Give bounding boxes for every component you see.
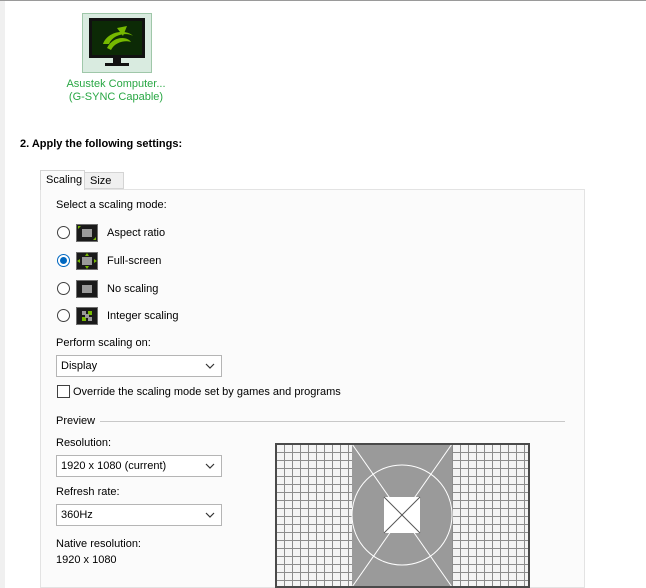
preview-divider bbox=[100, 421, 565, 422]
monitor-icon[interactable] bbox=[82, 13, 152, 73]
no-scaling-label[interactable]: No scaling bbox=[107, 283, 158, 296]
full-screen-label[interactable]: Full-screen bbox=[107, 255, 161, 268]
full-screen-radio[interactable] bbox=[57, 254, 70, 267]
override-checkbox[interactable] bbox=[57, 385, 70, 398]
tab-scaling[interactable]: Scaling bbox=[40, 170, 85, 190]
native-resolution-value: 1920 x 1080 bbox=[56, 554, 117, 566]
preview-image bbox=[275, 443, 530, 588]
monitor-capability[interactable]: (G-SYNC Capable) bbox=[40, 91, 192, 104]
left-edge bbox=[0, 1, 5, 588]
no-scaling-icon bbox=[76, 280, 98, 298]
integer-scaling-label[interactable]: Integer scaling bbox=[107, 310, 179, 323]
chevron-down-icon bbox=[205, 463, 215, 469]
scaling-mode-prompt: Select a scaling mode: bbox=[56, 199, 167, 211]
section-title: 2. Apply the following settings: bbox=[20, 138, 183, 150]
monitor-name[interactable]: Asustek Computer... bbox=[40, 78, 192, 91]
integer-scaling-icon bbox=[76, 307, 98, 325]
full-screen-icon bbox=[76, 252, 98, 270]
resolution-value: 1920 x 1080 (current) bbox=[61, 460, 167, 472]
top-border bbox=[0, 0, 646, 1]
native-resolution-label: Native resolution: bbox=[56, 538, 141, 550]
tab-size[interactable]: Size bbox=[85, 172, 124, 189]
aspect-ratio-radio[interactable] bbox=[57, 226, 70, 239]
perform-scaling-value: Display bbox=[61, 360, 98, 372]
resolution-label: Resolution: bbox=[56, 437, 112, 449]
refresh-rate-dropdown[interactable]: 360Hz bbox=[56, 504, 222, 526]
perform-scaling-dropdown[interactable]: Display bbox=[56, 355, 222, 377]
aspect-ratio-icon bbox=[76, 224, 98, 242]
chevron-down-icon bbox=[205, 512, 215, 518]
chevron-down-icon bbox=[205, 363, 215, 369]
no-scaling-radio[interactable] bbox=[57, 282, 70, 295]
aspect-ratio-label[interactable]: Aspect ratio bbox=[107, 227, 165, 240]
perform-scaling-label: Perform scaling on: bbox=[56, 337, 151, 349]
resolution-dropdown[interactable]: 1920 x 1080 (current) bbox=[56, 455, 222, 477]
preview-heading: Preview bbox=[56, 415, 96, 427]
refresh-rate-value: 360Hz bbox=[61, 509, 93, 521]
override-label[interactable]: Override the scaling mode set by games a… bbox=[73, 386, 341, 399]
integer-scaling-radio[interactable] bbox=[57, 309, 70, 322]
refresh-rate-label: Refresh rate: bbox=[56, 486, 120, 498]
